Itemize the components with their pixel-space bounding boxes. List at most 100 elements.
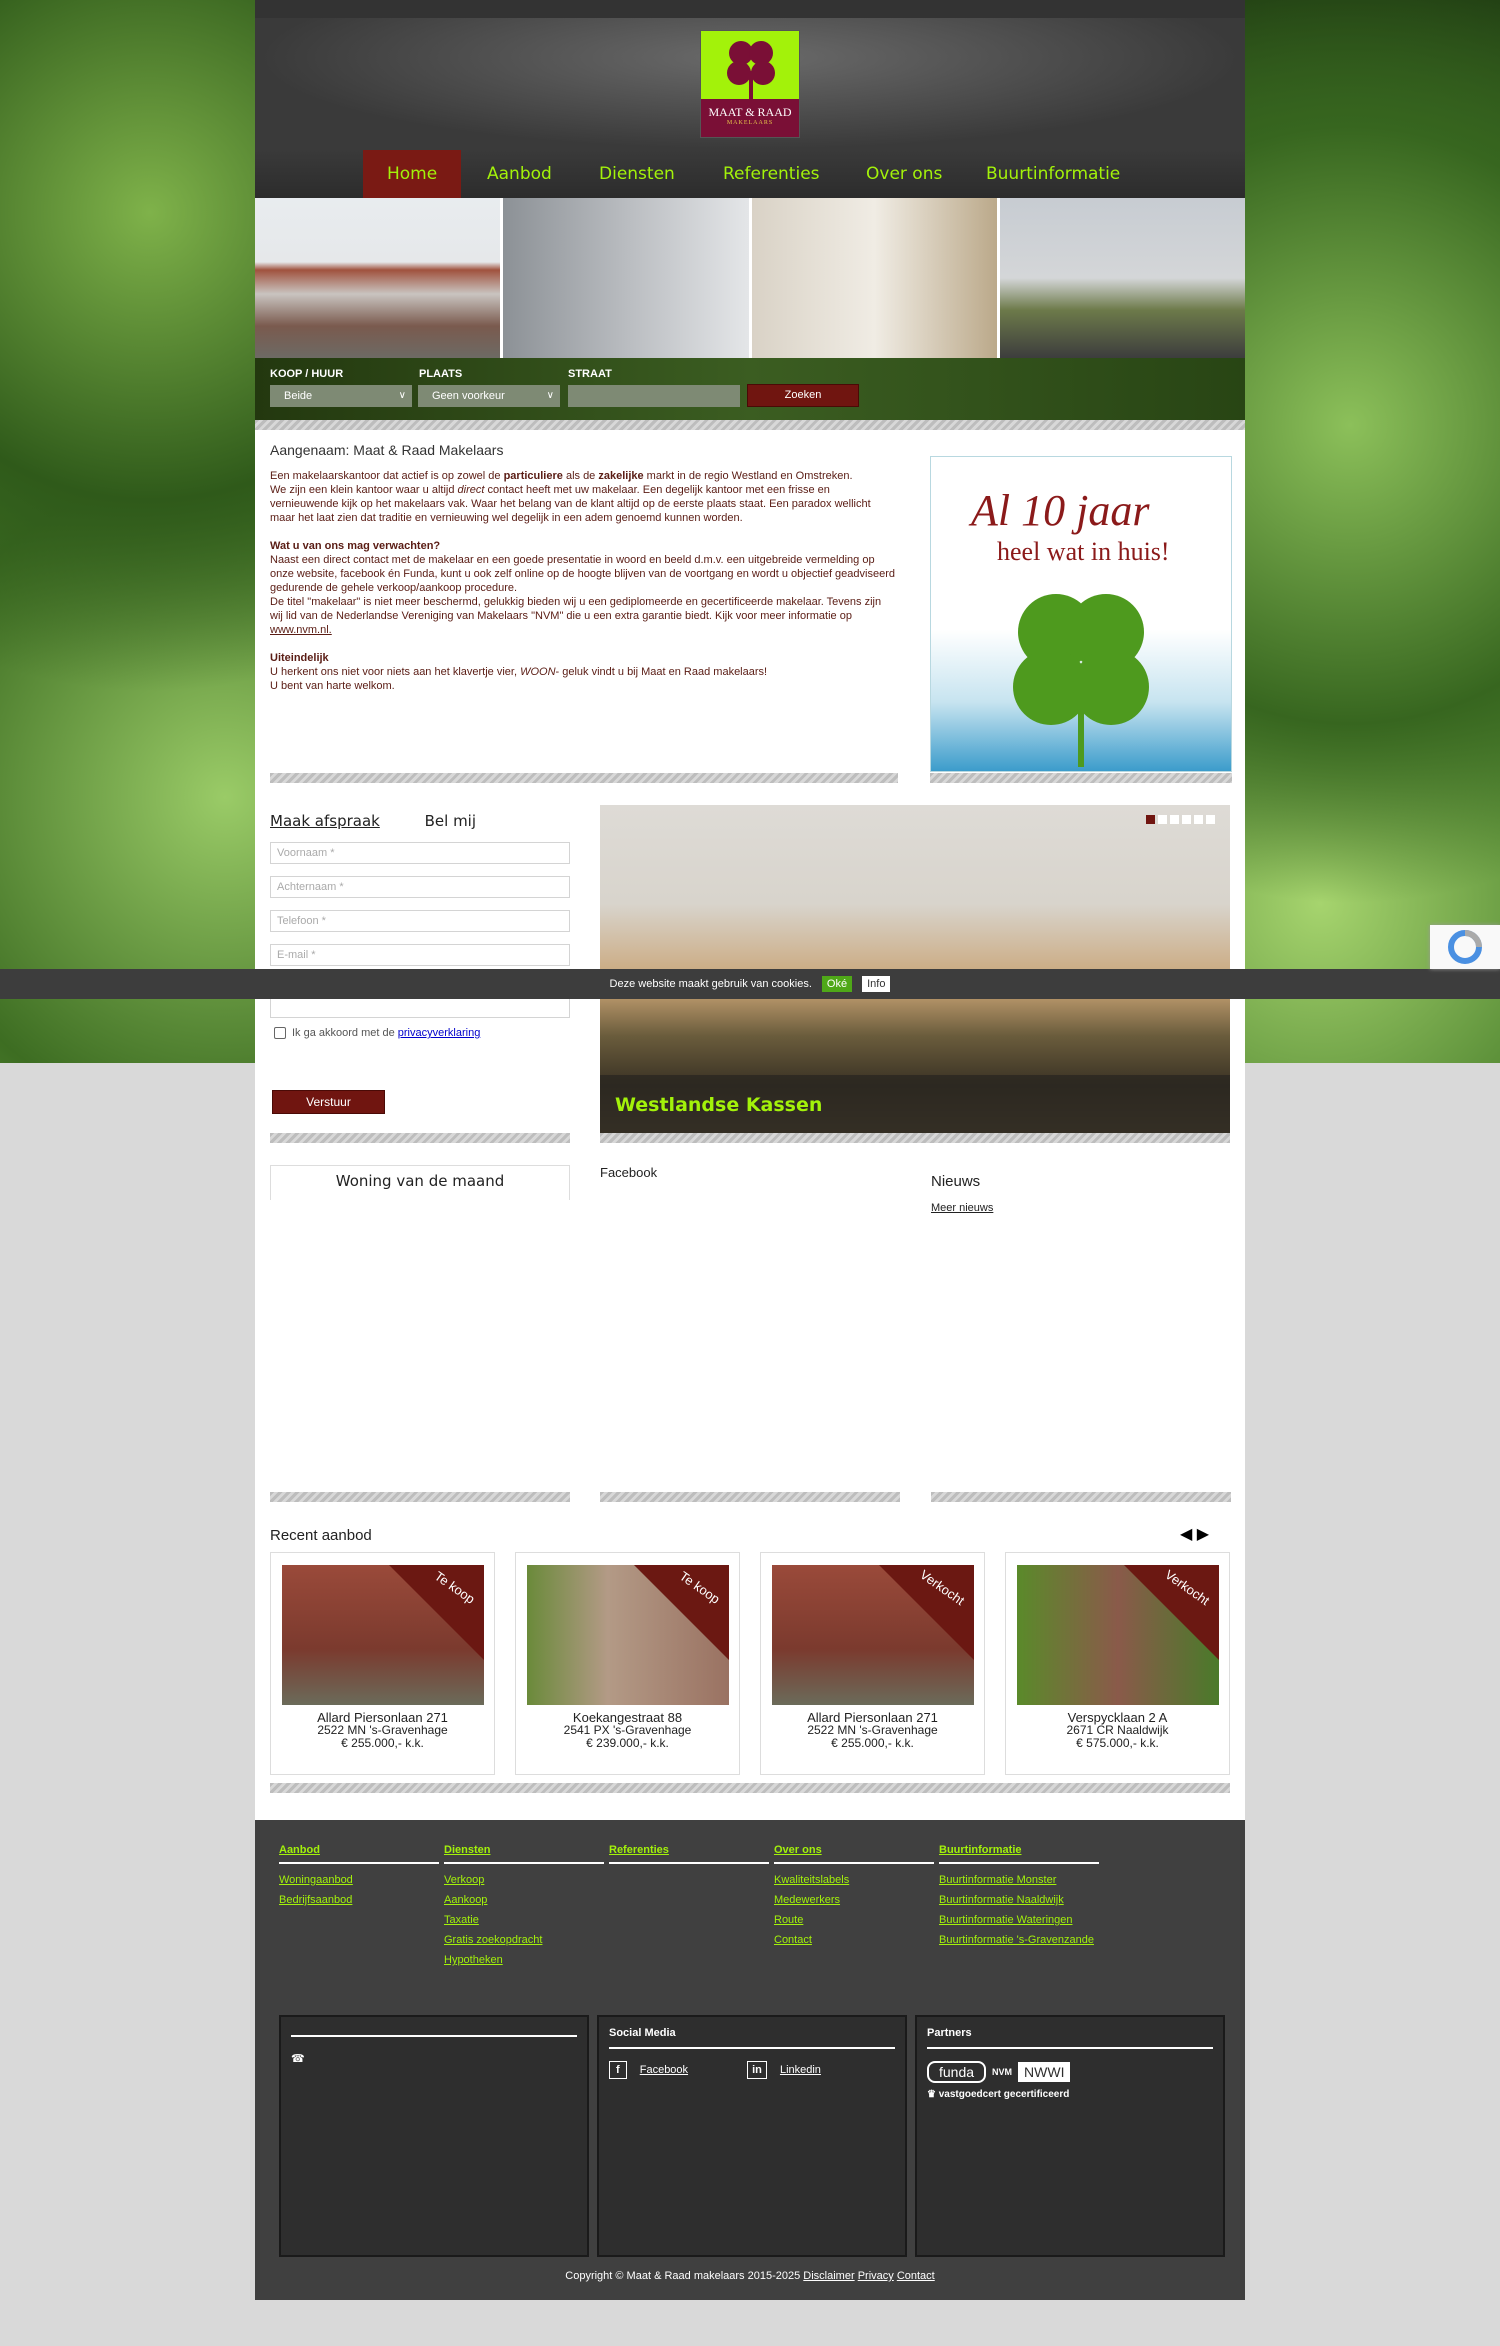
recaptcha-badge[interactable]: [1430, 925, 1500, 969]
footer-link[interactable]: Route: [774, 1910, 934, 1930]
last-name-input[interactable]: Achternaam *: [270, 876, 570, 898]
linkedin-link[interactable]: Linkedin: [780, 2064, 821, 2076]
property-photo[interactable]: Te koop: [281, 1565, 484, 1705]
disclaimer-link[interactable]: Disclaimer: [803, 2270, 854, 2282]
footer-link[interactable]: Aankoop: [444, 1890, 604, 1910]
footer-link[interactable]: Woningaanbod: [279, 1870, 439, 1890]
divider: [255, 420, 1245, 430]
carousel-arrows: ◀ ▶: [1180, 1524, 1209, 1544]
slide-dot[interactable]: [1146, 815, 1155, 824]
linkedin-icon[interactable]: in: [747, 2061, 767, 2079]
email-input[interactable]: E-mail *: [270, 944, 570, 966]
street-input[interactable]: [568, 385, 740, 407]
nvm-link[interactable]: www.nvm.nl.: [270, 624, 332, 636]
street-label: STRAAT: [568, 368, 612, 380]
footer-link[interactable]: Bedrijfsaanbod: [279, 1890, 439, 1910]
footer-heading[interactable]: Diensten: [444, 1840, 604, 1864]
vastgoedcert-logo[interactable]: ♛ vastgoedcert gecertificeerd: [927, 2089, 1213, 2100]
place-value: Geen voorkeur: [432, 390, 505, 402]
privacy-agreement: Ik ga akkoord met de privacyverklaring: [274, 1027, 481, 1040]
type-select[interactable]: Beide ∨: [270, 385, 412, 407]
footer-heading[interactable]: Buurtinformatie: [939, 1840, 1099, 1864]
facebook-title: Facebook: [600, 1165, 658, 1180]
cookie-ok-button[interactable]: Oké: [821, 976, 853, 992]
logo-name: MAAT & RAAD: [708, 105, 792, 119]
property-card[interactable]: Verkocht Allard Piersonlaan 271 2522 MN …: [760, 1552, 985, 1775]
slide-dot[interactable]: [1206, 815, 1215, 824]
property-card[interactable]: Verkocht Verspycklaan 2 A 2671 CR Naaldw…: [1005, 1552, 1230, 1775]
cookie-info-button[interactable]: Info: [862, 976, 891, 992]
privacy-link[interactable]: privacyverklaring: [398, 1027, 481, 1039]
partners-box: Partners funda NVM NWWI ♛ vastgoedcert g…: [915, 2015, 1225, 2257]
closing-paragraph: Uiteindelijk U herkent ons niet voor niet…: [270, 652, 768, 692]
logo[interactable]: MAAT & RAAD MAKELAARS: [700, 30, 800, 138]
nvm-logo[interactable]: NVM: [992, 2067, 1012, 2077]
footer-link[interactable]: Verkoop: [444, 1870, 604, 1890]
property-photo[interactable]: Te koop: [526, 1565, 729, 1705]
facebook-icon[interactable]: f: [609, 2061, 627, 2079]
nav-diensten[interactable]: Diensten: [575, 150, 699, 198]
first-name-input[interactable]: Voornaam *: [270, 842, 570, 864]
phone-input[interactable]: Telefoon *: [270, 910, 570, 932]
property-card[interactable]: Te koop Allard Piersonlaan 271 2522 MN '…: [270, 1552, 495, 1775]
divider: [270, 1133, 570, 1143]
nav-over-ons[interactable]: Over ons: [842, 150, 966, 198]
footer-heading[interactable]: Referenties: [609, 1840, 769, 1864]
footer-link[interactable]: Buurtinformatie Naaldwijk: [939, 1890, 1099, 1910]
news-title: Nieuws: [931, 1173, 981, 1190]
search-button[interactable]: Zoeken: [747, 384, 859, 407]
intro-paragraph: Een makelaarskantoor dat actief is op zo…: [270, 470, 871, 524]
nav-aanbod[interactable]: Aanbod: [463, 150, 576, 198]
footer-link[interactable]: Medewerkers: [774, 1890, 934, 1910]
slide-dot[interactable]: [1194, 815, 1203, 824]
photo-countryside: [999, 198, 1245, 358]
slide-dot[interactable]: [1182, 815, 1191, 824]
intro-text: Aangenaam: Maat & Raad Makelaars Een mak…: [270, 443, 895, 707]
divider: [270, 1783, 1230, 1793]
page-container: MAAT & RAAD MAKELAARS Home Aanbod Dienste…: [255, 0, 1245, 2300]
tab-maak-afspraak[interactable]: Maak afspraak: [270, 812, 380, 830]
anniversary-banner: Al 10 jaar heel wat in huis!: [930, 456, 1232, 772]
divider: [930, 773, 1232, 783]
property-photo[interactable]: Verkocht: [771, 1565, 974, 1705]
divider: [931, 1492, 1231, 1502]
slide-dot[interactable]: [1170, 815, 1179, 824]
copyright: Copyright © Maat & Raad makelaars 2015-2…: [255, 2270, 1245, 2282]
top-strip: [255, 0, 1245, 18]
nav-referenties[interactable]: Referenties: [699, 150, 844, 198]
footer-link[interactable]: Buurtinformatie 's-Gravenzande: [939, 1930, 1099, 1950]
expectations-paragraph: Wat u van ons mag verwachten? Naast een d…: [270, 540, 895, 636]
recent-title: Recent aanbod: [270, 1527, 372, 1544]
submit-button[interactable]: Verstuur: [272, 1090, 385, 1114]
nav-home[interactable]: Home: [363, 150, 462, 198]
photo-living-room: [503, 198, 749, 358]
nwwi-logo[interactable]: NWWI: [1018, 2062, 1071, 2082]
property-photo[interactable]: Verkocht: [1016, 1565, 1219, 1705]
privacy-footer-link[interactable]: Privacy: [858, 2270, 894, 2282]
nav-buurtinformatie[interactable]: Buurtinformatie: [962, 150, 1144, 198]
intro-title: Aangenaam: Maat & Raad Makelaars: [270, 442, 504, 458]
property-card[interactable]: Te koop Koekangestraat 88 2541 PX 's-Gra…: [515, 1552, 740, 1775]
agree-checkbox[interactable]: [274, 1027, 286, 1040]
facebook-link[interactable]: Facebook: [640, 2064, 688, 2076]
divider: [270, 1492, 570, 1502]
slide-dot[interactable]: [1158, 815, 1167, 824]
footer-heading[interactable]: Over ons: [774, 1840, 934, 1864]
footer-link[interactable]: Taxatie: [444, 1910, 604, 1930]
arrow-left-icon[interactable]: ◀: [1180, 1526, 1192, 1543]
footer-link[interactable]: Kwaliteitslabels: [774, 1870, 934, 1890]
tab-bel-mij[interactable]: Bel mij: [425, 812, 476, 830]
more-news-link[interactable]: Meer nieuws: [931, 1202, 993, 1214]
footer-link[interactable]: Hypotheken: [444, 1950, 604, 1970]
cookie-text: Deze website maakt gebruik van cookies.: [609, 978, 812, 990]
arrow-right-icon[interactable]: ▶: [1197, 1526, 1209, 1543]
footer-heading[interactable]: Aanbod: [279, 1840, 439, 1864]
footer-link[interactable]: Gratis zoekopdracht: [444, 1930, 604, 1950]
place-select[interactable]: Geen voorkeur ∨: [418, 385, 560, 407]
footer-link[interactable]: Buurtinformatie Wateringen: [939, 1910, 1099, 1930]
footer-column: Over ons Kwaliteitslabels Medewerkers Route…: [774, 1840, 934, 1950]
footer-link[interactable]: Buurtinformatie Monster: [939, 1870, 1099, 1890]
funda-logo[interactable]: funda: [927, 2061, 987, 2083]
contact-footer-link[interactable]: Contact: [897, 2270, 935, 2282]
footer-link[interactable]: Contact: [774, 1930, 934, 1950]
